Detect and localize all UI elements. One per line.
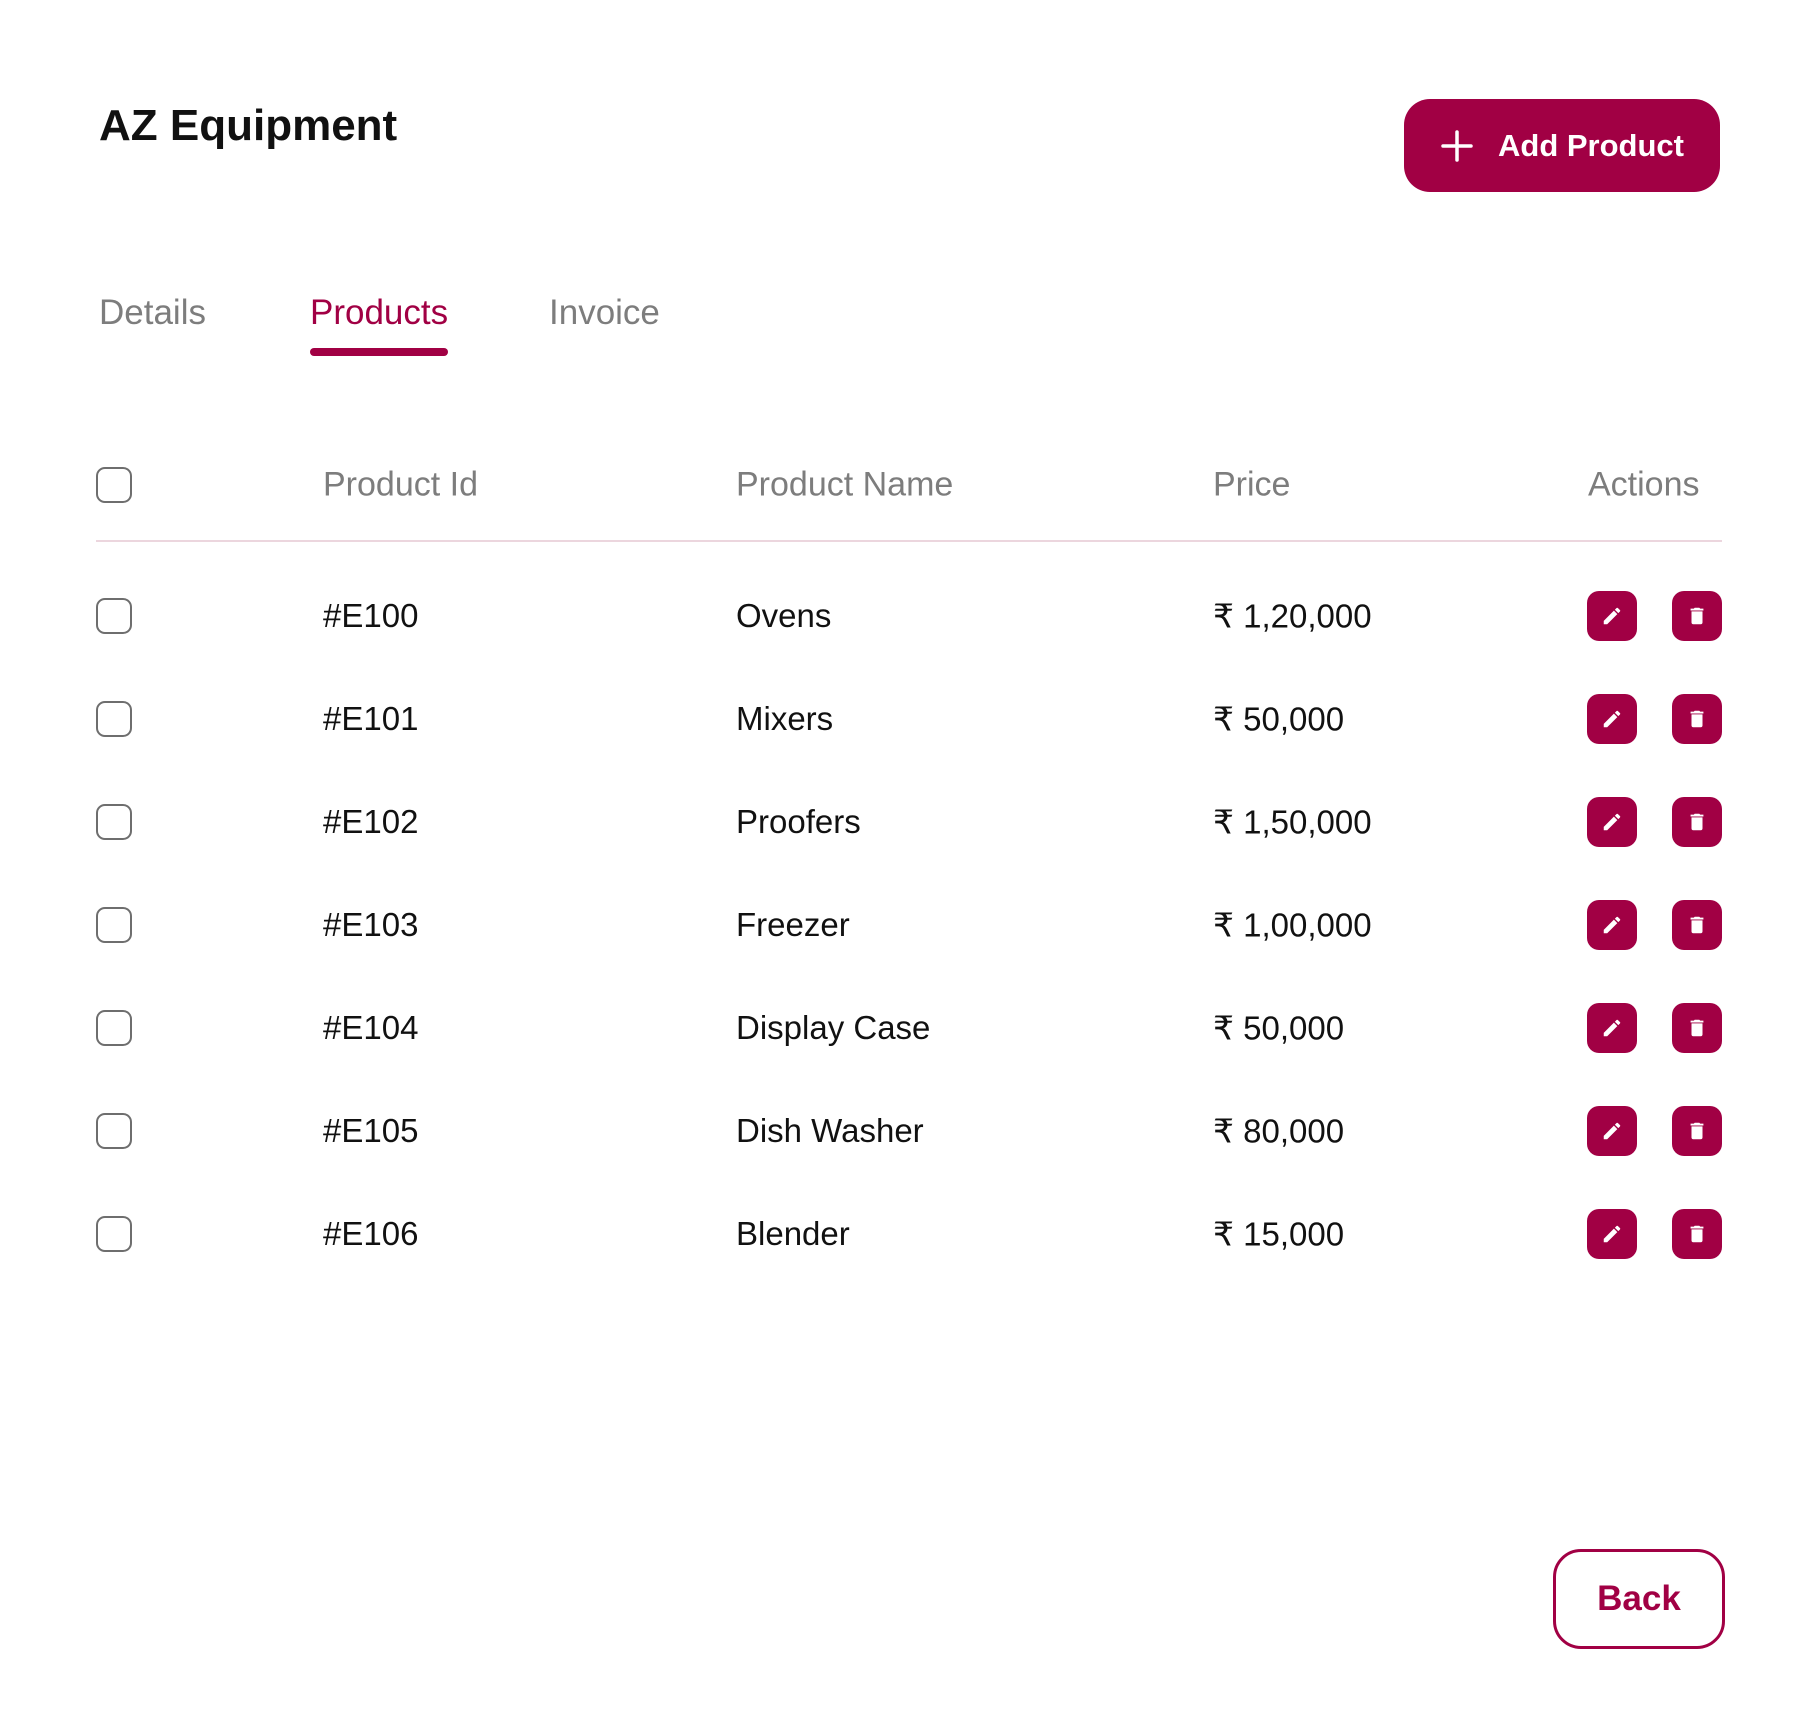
trash-icon [1690, 710, 1704, 727]
delete-button[interactable] [1672, 899, 1722, 950]
tab-products[interactable]: Products [310, 288, 449, 356]
table-row: #E105 Dish Washer ₹ 80,000 [96, 1079, 1722, 1182]
table-row: #E101 Mixers ₹ 50,000 [96, 667, 1722, 770]
price-cell: ₹ 50,000 [1213, 700, 1345, 737]
products-table: Product Id Product Name Price Actions #E… [96, 430, 1722, 1285]
table-row: #E100 Ovens ₹ 1,20,000 [96, 564, 1722, 667]
tab-details[interactable]: Details [99, 288, 206, 338]
column-header-price: Price [1213, 465, 1291, 504]
price-cell: ₹ 1,20,000 [1213, 597, 1372, 634]
trash-icon [1690, 607, 1704, 624]
product-name-cell: Freezer [736, 905, 850, 943]
edit-button[interactable] [1587, 1002, 1637, 1053]
table-header-row: Product Id Product Name Price Actions [96, 430, 1722, 542]
row-actions [1587, 899, 1722, 950]
table-body: #E100 Ovens ₹ 1,20,000 #E101 Mixers ₹ 50… [96, 542, 1722, 1285]
back-button[interactable]: Back [1553, 1549, 1725, 1649]
table-row: #E106 Blender ₹ 15,000 [96, 1182, 1722, 1285]
product-name-cell: Mixers [736, 699, 834, 737]
add-product-button[interactable]: Add Product [1404, 99, 1720, 192]
product-id-cell: #E104 [323, 1008, 419, 1046]
edit-button[interactable] [1587, 796, 1637, 847]
price-cell: ₹ 80,000 [1213, 1112, 1345, 1149]
tab-invoice[interactable]: Invoice [549, 288, 660, 338]
edit-button[interactable] [1587, 899, 1637, 950]
pencil-icon [1603, 1122, 1621, 1139]
product-page: AZ Equipment Add Product Details Product… [0, 0, 1806, 1731]
delete-button[interactable] [1672, 1105, 1722, 1156]
price-cell: ₹ 50,000 [1213, 1009, 1345, 1046]
trash-icon [1690, 1122, 1704, 1139]
product-name-cell: Display Case [736, 1008, 931, 1046]
pencil-icon [1603, 1225, 1621, 1242]
row-actions [1587, 590, 1722, 641]
row-checkbox[interactable] [96, 1009, 132, 1046]
table-row: #E104 Display Case ₹ 50,000 [96, 976, 1722, 1079]
row-checkbox[interactable] [96, 1112, 132, 1149]
select-all-checkbox[interactable] [96, 467, 132, 503]
product-name-cell: Blender [736, 1214, 850, 1252]
delete-button[interactable] [1672, 693, 1722, 744]
pencil-icon [1603, 710, 1621, 727]
table-row: #E102 Proofers ₹ 1,50,000 [96, 770, 1722, 873]
table-row: #E103 Freezer ₹ 1,00,000 [96, 873, 1722, 976]
price-cell: ₹ 15,000 [1213, 1215, 1345, 1252]
delete-button[interactable] [1672, 796, 1722, 847]
edit-button[interactable] [1587, 1105, 1637, 1156]
column-header-product-id: Product Id [323, 465, 478, 504]
delete-button[interactable] [1672, 1208, 1722, 1259]
delete-button[interactable] [1672, 1002, 1722, 1053]
pencil-icon [1603, 813, 1621, 830]
product-id-cell: #E101 [323, 699, 419, 737]
trash-icon [1690, 1225, 1704, 1242]
row-actions [1587, 1105, 1722, 1156]
row-checkbox[interactable] [96, 1215, 132, 1252]
product-id-cell: #E106 [323, 1214, 419, 1252]
add-product-label: Add Product [1498, 127, 1684, 163]
edit-button[interactable] [1587, 590, 1637, 641]
delete-button[interactable] [1672, 590, 1722, 641]
row-actions [1587, 1208, 1722, 1259]
row-checkbox[interactable] [96, 700, 132, 737]
price-cell: ₹ 1,50,000 [1213, 803, 1372, 840]
trash-icon [1690, 813, 1704, 830]
row-checkbox[interactable] [96, 803, 132, 840]
row-actions [1587, 693, 1722, 744]
row-checkbox[interactable] [96, 597, 132, 634]
price-cell: ₹ 1,00,000 [1213, 906, 1372, 943]
plus-icon [1440, 129, 1474, 163]
edit-button[interactable] [1587, 693, 1637, 744]
pencil-icon [1603, 607, 1621, 624]
edit-button[interactable] [1587, 1208, 1637, 1259]
product-name-cell: Proofers [736, 802, 861, 840]
product-id-cell: #E100 [323, 596, 419, 634]
row-checkbox[interactable] [96, 906, 132, 943]
product-name-cell: Ovens [736, 596, 832, 634]
row-actions [1587, 1002, 1722, 1053]
product-id-cell: #E105 [323, 1111, 419, 1149]
product-id-cell: #E103 [323, 905, 419, 943]
trash-icon [1690, 1019, 1704, 1036]
trash-icon [1690, 916, 1704, 933]
column-header-product-name: Product Name [736, 465, 954, 504]
pencil-icon [1603, 1019, 1621, 1036]
page-title: AZ Equipment [99, 101, 398, 150]
pencil-icon [1603, 916, 1621, 933]
row-actions [1587, 796, 1722, 847]
product-id-cell: #E102 [323, 802, 419, 840]
product-name-cell: Dish Washer [736, 1111, 924, 1149]
column-header-actions: Actions [1588, 465, 1700, 504]
